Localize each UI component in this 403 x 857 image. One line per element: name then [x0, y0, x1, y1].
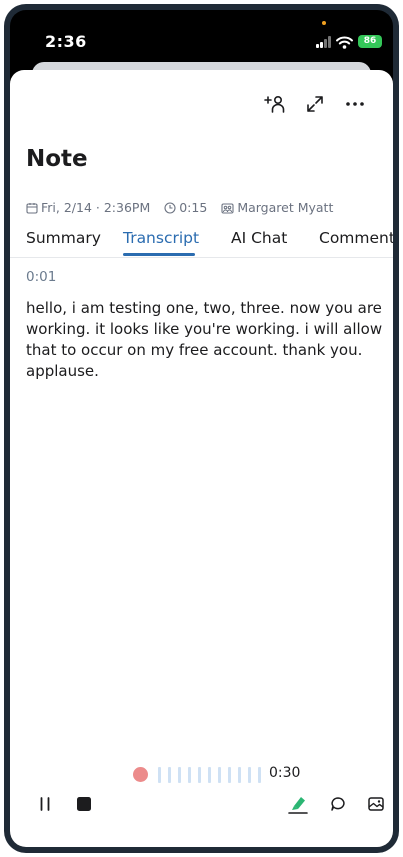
device-frame: 2:36 86 Note Fri, 2/14 · 2:36PM 0:15 Mar…: [4, 4, 399, 853]
note-title: Note: [26, 146, 88, 172]
image-icon[interactable]: [364, 792, 388, 816]
note-owner-text: Margaret Myatt: [237, 200, 334, 215]
transcript-timestamp[interactable]: 0:01: [26, 269, 56, 285]
transcript-text: hello, i am testing one, two, three. now…: [26, 299, 383, 380]
tab-ai-chat[interactable]: AI Chat: [231, 229, 287, 247]
note-duration: 0:15: [164, 200, 207, 215]
note-sheet: Note Fri, 2/14 · 2:36PM 0:15 Margaret My…: [10, 70, 393, 847]
people-icon: [221, 202, 234, 214]
active-tab-indicator: [123, 253, 195, 256]
tab-transcript[interactable]: Transcript: [123, 229, 199, 247]
signal-icon: [316, 36, 332, 48]
recording-indicator: [133, 767, 148, 782]
note-date-text: Fri, 2/14 · 2:36PM: [41, 200, 151, 215]
recording-status: 0:30: [10, 760, 393, 790]
wifi-icon: [336, 34, 353, 53]
add-person-icon[interactable]: [263, 92, 287, 116]
clock-icon: [164, 201, 176, 214]
tab-bar: Summary Transcript AI Chat Comments: [10, 225, 393, 258]
battery-icon: 86: [358, 35, 382, 48]
tab-summary[interactable]: Summary: [26, 229, 101, 247]
phone-screen: 2:36 86 Note Fri, 2/14 · 2:36PM 0:15 Mar…: [10, 10, 393, 847]
mic-indicator-dot: [322, 21, 326, 25]
status-bar: 2:36 86: [10, 10, 393, 66]
note-meta: Fri, 2/14 · 2:36PM 0:15 Margaret Myatt: [26, 200, 333, 215]
note-duration-text: 0:15: [179, 200, 208, 215]
status-time: 2:36: [45, 32, 87, 51]
highlighter-icon[interactable]: [286, 792, 310, 816]
elapsed-time: 0:30: [269, 765, 301, 781]
more-icon[interactable]: [343, 92, 367, 116]
pause-icon[interactable]: [33, 792, 57, 816]
calendar-icon: [26, 202, 38, 214]
recording-controls: [10, 792, 393, 818]
tab-comments[interactable]: Comments: [319, 229, 393, 247]
stop-icon[interactable]: [72, 792, 96, 816]
comment-icon[interactable]: [326, 792, 350, 816]
note-owner[interactable]: Margaret Myatt: [221, 200, 333, 215]
note-date: Fri, 2/14 · 2:36PM: [26, 200, 150, 215]
expand-icon[interactable]: [303, 92, 327, 116]
